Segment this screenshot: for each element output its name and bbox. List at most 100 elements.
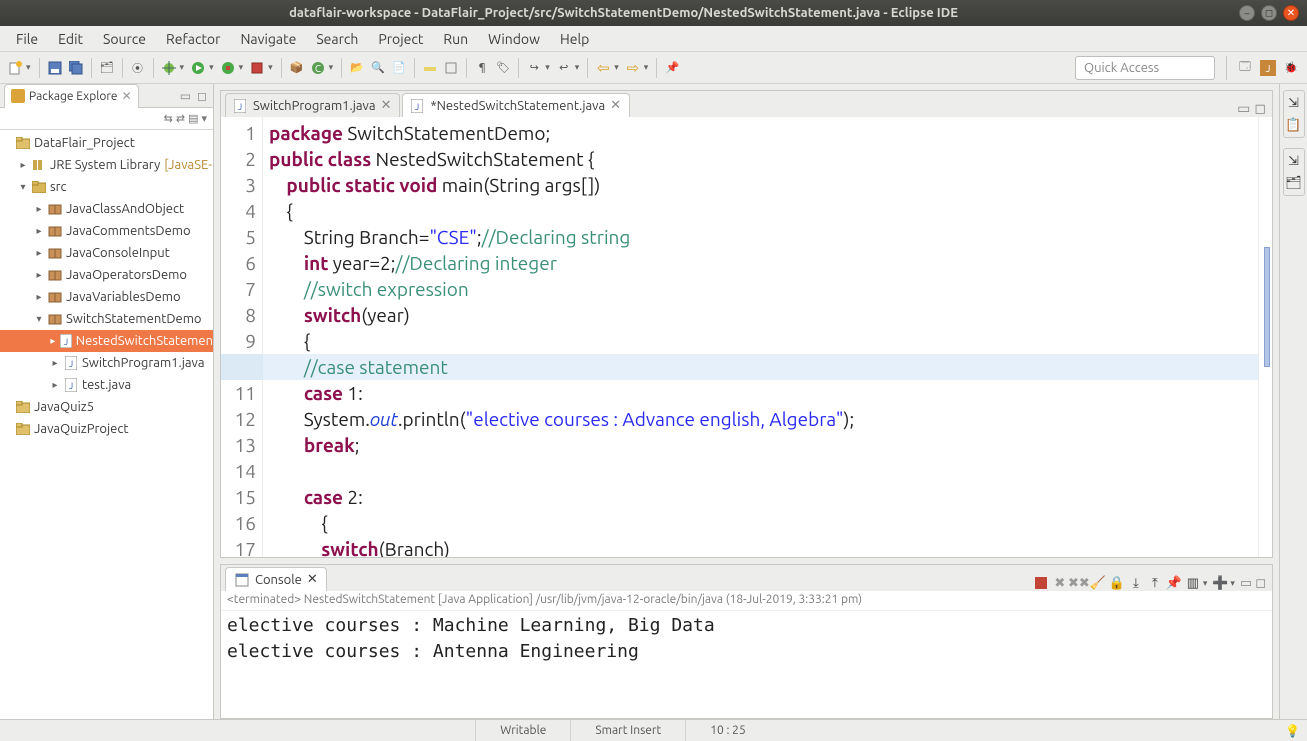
open-type-icon[interactable]: 📂 bbox=[348, 59, 366, 77]
debug-icon[interactable] bbox=[160, 59, 178, 77]
search-icon[interactable]: 🔍 bbox=[369, 59, 387, 77]
back-icon[interactable]: ⇦ bbox=[594, 59, 612, 77]
tree-item[interactable]: ▸JavaVariablesDemo bbox=[0, 286, 213, 308]
new-dropdown-icon[interactable]: ▾ bbox=[26, 62, 33, 73]
editor-maximize-icon[interactable]: ◻ bbox=[1254, 100, 1266, 117]
menu-project[interactable]: Project bbox=[368, 28, 433, 50]
console-output[interactable]: elective courses : Machine Learning, Big… bbox=[221, 611, 1272, 718]
expand-arrow-icon[interactable]: ▸ bbox=[34, 203, 44, 215]
restore2-icon[interactable]: ⇲ bbox=[1286, 153, 1302, 169]
remove-all-icon[interactable]: ✖✖ bbox=[1071, 575, 1087, 591]
menu-navigate[interactable]: Navigate bbox=[230, 28, 306, 50]
maximize-button[interactable]: ◻ bbox=[1261, 5, 1277, 21]
skip-breakpoints-icon[interactable]: ⦿ bbox=[129, 59, 147, 77]
minimize-view-icon[interactable]: ▭ bbox=[178, 89, 193, 103]
editor-tab[interactable]: J*NestedSwitchStatement.java✕ bbox=[402, 93, 630, 117]
debug-dropdown-icon[interactable]: ▾ bbox=[180, 62, 187, 73]
expand-arrow-icon[interactable]: ▸ bbox=[34, 247, 44, 259]
save-all-icon[interactable] bbox=[67, 59, 85, 77]
tree-item[interactable]: ▸JavaCommentsDemo bbox=[0, 220, 213, 242]
expand-arrow-icon[interactable]: ▸ bbox=[50, 335, 56, 347]
java-perspective-icon[interactable]: J bbox=[1258, 58, 1278, 78]
open-task-icon[interactable]: 📄 bbox=[390, 59, 408, 77]
package-explorer-tree[interactable]: DataFlair_Project▸JRE System Library [Ja… bbox=[0, 130, 213, 719]
menu-file[interactable]: File bbox=[6, 28, 48, 50]
code-content[interactable]: package SwitchStatementDemo;public class… bbox=[263, 117, 1258, 557]
new-package-icon[interactable]: 📦 bbox=[288, 59, 306, 77]
remove-launch-icon[interactable]: ✖ bbox=[1052, 575, 1068, 591]
toggle-mark-icon[interactable] bbox=[421, 59, 439, 77]
overview-ruler[interactable] bbox=[1258, 117, 1272, 557]
tree-item[interactable]: JavaQuiz5 bbox=[0, 396, 213, 418]
restore-icon[interactable]: ⇲ bbox=[1286, 95, 1302, 111]
menu-help[interactable]: Help bbox=[550, 28, 599, 50]
expand-arrow-icon[interactable]: ▸ bbox=[18, 159, 28, 171]
code-editor[interactable]: 1234567891011121314151617 package Switch… bbox=[221, 117, 1272, 557]
editor-tab[interactable]: JSwitchProgram1.java✕ bbox=[225, 93, 400, 117]
menu-refactor[interactable]: Refactor bbox=[156, 28, 230, 50]
collapse-all-icon[interactable]: ⇆ bbox=[164, 112, 173, 125]
save-icon[interactable] bbox=[46, 59, 64, 77]
tree-item[interactable]: ▸JavaOperatorsDemo bbox=[0, 264, 213, 286]
quick-access-input[interactable]: Quick Access bbox=[1075, 56, 1215, 80]
ext-tools-dropdown-icon[interactable]: ▾ bbox=[268, 62, 275, 73]
menu-run[interactable]: Run bbox=[433, 28, 478, 50]
tree-item[interactable]: DataFlair_Project bbox=[0, 132, 213, 154]
run-dropdown-icon[interactable]: ▾ bbox=[209, 62, 216, 73]
back-drop-icon[interactable]: ▾ bbox=[614, 62, 621, 73]
tasklist-view-icon[interactable]: 📋 bbox=[1286, 117, 1302, 133]
expand-arrow-icon[interactable]: ▸ bbox=[50, 379, 60, 391]
expand-arrow-icon[interactable]: ▸ bbox=[34, 225, 44, 237]
editor-tab-close-icon[interactable]: ✕ bbox=[381, 98, 392, 113]
tree-item[interactable]: ▸JavaConsoleInput bbox=[0, 242, 213, 264]
console-maximize-icon[interactable]: ◻ bbox=[1255, 576, 1266, 591]
tree-item[interactable]: ▸JSwitchProgram1.java bbox=[0, 352, 213, 374]
coverage-icon[interactable] bbox=[219, 59, 237, 77]
forward-drop-icon[interactable]: ▾ bbox=[644, 62, 651, 73]
coverage-dropdown-icon[interactable]: ▾ bbox=[239, 62, 246, 73]
expand-arrow-icon[interactable]: ▸ bbox=[34, 291, 44, 303]
minimize-button[interactable]: – bbox=[1239, 5, 1255, 21]
terminate-icon[interactable] bbox=[1033, 575, 1049, 591]
next-annotation-icon[interactable]: ↪ bbox=[525, 59, 543, 77]
clear-console-icon[interactable]: 🧹 bbox=[1090, 575, 1106, 591]
expand-arrow-icon[interactable]: ▸ bbox=[34, 269, 44, 281]
menu-search[interactable]: Search bbox=[306, 28, 368, 50]
tree-item[interactable]: ▸JRE System Library [JavaSE- bbox=[0, 154, 213, 176]
tree-item[interactable]: ▸JNestedSwitchStatemen bbox=[0, 330, 213, 352]
display-drop-icon[interactable]: ▾ bbox=[1203, 578, 1210, 589]
pin-icon[interactable]: 📌 bbox=[663, 59, 681, 77]
new-class-icon[interactable]: C bbox=[309, 59, 327, 77]
toggle-block-icon[interactable] bbox=[442, 59, 460, 77]
link-editor-icon[interactable]: ⇄ bbox=[176, 112, 185, 125]
display-console-icon[interactable]: ▥ bbox=[1185, 575, 1201, 591]
prev-ann-drop-icon[interactable]: ▾ bbox=[575, 62, 582, 73]
annotation-icon[interactable]: 🏷 bbox=[494, 59, 512, 77]
console-close-icon[interactable]: ✕ bbox=[307, 572, 318, 587]
scroll-lock-icon[interactable]: 🔒 bbox=[1109, 575, 1125, 591]
console-minimize-icon[interactable]: ▭ bbox=[1240, 576, 1252, 591]
next-ann-drop-icon[interactable]: ▾ bbox=[545, 62, 552, 73]
close-window-button[interactable]: ✕ bbox=[1283, 5, 1299, 21]
forward-icon[interactable]: ⇨ bbox=[624, 59, 642, 77]
view-menu-icon[interactable]: ▾ bbox=[201, 112, 207, 125]
debug-perspective-icon[interactable]: 🐞 bbox=[1281, 58, 1301, 78]
run-icon[interactable] bbox=[189, 59, 207, 77]
toggle-breadcrumb-icon[interactable]: 🗂 bbox=[98, 59, 116, 77]
menu-window[interactable]: Window bbox=[478, 28, 550, 50]
new-class-drop-icon[interactable]: ▾ bbox=[329, 62, 336, 73]
focus-icon[interactable]: ▤ bbox=[188, 112, 198, 125]
open-perspective-icon[interactable]: 🗔 bbox=[1235, 58, 1255, 78]
show-on-error-icon[interactable]: ⤒ bbox=[1147, 575, 1163, 591]
expand-arrow-icon[interactable]: ▾ bbox=[18, 181, 28, 193]
editor-minimize-icon[interactable]: ▭ bbox=[1237, 100, 1250, 117]
menu-edit[interactable]: Edit bbox=[48, 28, 93, 50]
console-tab[interactable]: Console ✕ bbox=[225, 567, 327, 591]
show-whitespace-icon[interactable]: ¶ bbox=[473, 59, 491, 77]
package-explorer-tab[interactable]: Package Explore ✕ bbox=[4, 84, 139, 108]
tree-item[interactable]: JavaQuizProject bbox=[0, 418, 213, 440]
open-console-drop-icon[interactable]: ▾ bbox=[1230, 578, 1237, 589]
tip-icon[interactable]: 💡 bbox=[1285, 724, 1299, 738]
editor-tab-close-icon[interactable]: ✕ bbox=[610, 98, 621, 113]
tree-item[interactable]: ▸Jtest.java bbox=[0, 374, 213, 396]
